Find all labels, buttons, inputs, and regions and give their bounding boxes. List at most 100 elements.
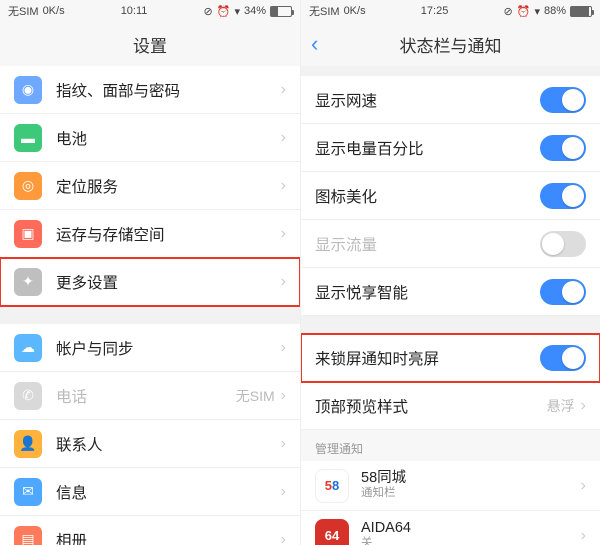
section-header: 管理通知 <box>301 430 600 461</box>
section-gap <box>301 316 600 334</box>
row-label: 显示网速 <box>315 89 540 111</box>
row-trail: 无SIM › <box>236 386 286 406</box>
settings-list-2: ☁帐户与同步›✆电话无SIM ›👤联系人›✉信息›▤相册›📅日历›🎤vivoic… <box>0 324 300 545</box>
toggle-list-2: 来锁屏通知时亮屏 <box>301 334 600 382</box>
row-label: 显示流量 <box>315 233 540 255</box>
battery-icon <box>570 6 592 17</box>
row-trail: › <box>281 177 286 195</box>
wifi-icon: ▾ <box>534 5 540 18</box>
app-text: 58同城通知栏 <box>361 470 581 501</box>
app-icon-aida64: 64 <box>315 519 349 545</box>
toggle-lock_wake[interactable] <box>540 345 586 371</box>
settings-row-gallery[interactable]: ▤相册› <box>0 516 300 545</box>
phone-icon: ✆ <box>14 382 42 410</box>
row-trail: › <box>281 531 286 545</box>
toggle-icon_beauty[interactable] <box>540 183 586 209</box>
clock: 10:11 <box>121 5 148 17</box>
settings-row-more[interactable]: ✦更多设置› <box>0 258 300 306</box>
settings-row-messages[interactable]: ✉ 信息› <box>0 468 300 516</box>
app-name: 58同城 <box>361 470 581 487</box>
row-label: 运存与存储空间 <box>56 223 281 245</box>
chevron-right-icon: › <box>281 177 286 195</box>
settings-row-account[interactable]: ☁ 帐户与同步› <box>0 324 300 372</box>
app-list: 5858同城通知栏›64AIDA64关›ʘFaceu激萌通知栏›fFlash P… <box>301 461 600 545</box>
settings-row-storage[interactable]: ▣运存与存储空间› <box>0 210 300 258</box>
row-trail: › <box>281 339 286 357</box>
settings-row-phone[interactable]: ✆ 电话无SIM › <box>0 372 300 420</box>
row-value: 悬浮› <box>547 396 586 416</box>
row-trail: › <box>281 483 286 501</box>
row-label: 显示电量百分比 <box>315 137 540 159</box>
settings-row-battery[interactable]: ▬电池› <box>0 114 300 162</box>
account-icon: ☁ <box>14 334 42 362</box>
chevron-right-icon: › <box>281 435 286 453</box>
row-label: 电话 <box>56 385 236 407</box>
net-speed: 0K/s <box>344 5 366 17</box>
app-name: AIDA64 <box>361 520 581 537</box>
wifi-icon: ▾ <box>234 5 240 18</box>
dnd-icon: ⊘ <box>204 5 213 18</box>
battery-icon: ▬ <box>14 124 42 152</box>
row-trail: › <box>281 129 286 147</box>
row-trail: › <box>281 435 286 453</box>
status-bar: 无SIM 0K/s 17:25 ⊘ ⏰ ▾ 88% <box>301 0 600 22</box>
dnd-icon: ⊘ <box>504 5 513 18</box>
chevron-right-icon: › <box>581 397 586 415</box>
alarm-icon: ⏰ <box>517 5 531 18</box>
chevron-right-icon: › <box>281 225 286 243</box>
chevron-right-icon: › <box>281 129 286 147</box>
section-gap <box>0 306 300 324</box>
chevron-right-icon: › <box>281 339 286 357</box>
battery-percent: 88% <box>544 5 566 17</box>
app-sub: 通知栏 <box>361 487 581 501</box>
carrier-text: 无SIM <box>8 3 39 19</box>
app-text: AIDA64关 <box>361 520 581 545</box>
back-button[interactable]: ‹ <box>311 31 318 57</box>
net-speed: 0K/s <box>43 5 65 17</box>
row-label: 显示悦享智能 <box>315 281 540 303</box>
header: 设置 <box>0 22 300 66</box>
row-label: 相册 <box>56 529 281 545</box>
row-label: 信息 <box>56 481 281 503</box>
messages-icon: ✉ <box>14 478 42 506</box>
row-label: 来锁屏通知时亮屏 <box>315 347 540 369</box>
fingerprint-icon: ◉ <box>14 76 42 104</box>
toggle-netspeed[interactable] <box>540 87 586 113</box>
settings-screen: 无SIM 0K/s 10:11 ⊘ ⏰ ▾ 34% 设置 ◉指纹、面部与密码›▬… <box>0 0 300 545</box>
page-title: 状态栏与通知 <box>400 32 502 57</box>
toggle-row-lock_wake: 来锁屏通知时亮屏 <box>301 334 600 382</box>
app-sub: 关 <box>361 537 581 545</box>
toggle-row-yue: 显示悦享智能 <box>301 268 600 316</box>
chevron-right-icon: › <box>581 477 586 495</box>
row-trail: › <box>281 225 286 243</box>
app-row-58[interactable]: 5858同城通知栏› <box>301 461 600 511</box>
toggle-row-netspeed: 显示网速 <box>301 76 600 124</box>
row-label: 更多设置 <box>56 271 281 293</box>
row-label: 联系人 <box>56 433 281 455</box>
clock: 17:25 <box>421 5 449 17</box>
chevron-right-icon: › <box>281 483 286 501</box>
contacts-icon: 👤 <box>14 430 42 458</box>
chevron-right-icon: › <box>281 273 286 291</box>
toggle-traffic[interactable] <box>540 231 586 257</box>
row-label: 顶部预览样式 <box>315 395 547 417</box>
header: ‹ 状态栏与通知 <box>301 22 600 66</box>
page-title: 设置 <box>133 32 167 57</box>
preview-style-row[interactable]: 顶部预览样式 悬浮› <box>301 382 600 430</box>
battery-icon <box>270 6 292 17</box>
chevron-right-icon: › <box>281 531 286 545</box>
settings-row-fingerprint[interactable]: ◉指纹、面部与密码› <box>0 66 300 114</box>
row-label: 图标美化 <box>315 185 540 207</box>
app-row-aida64[interactable]: 64AIDA64关› <box>301 511 600 545</box>
row-trail: › <box>281 273 286 291</box>
section-gap <box>301 66 600 76</box>
toggle-yue[interactable] <box>540 279 586 305</box>
toggle-batt_pct[interactable] <box>540 135 586 161</box>
battery-percent: 34% <box>244 5 266 17</box>
row-label: 帐户与同步 <box>56 337 281 359</box>
settings-row-location[interactable]: ◎定位服务› <box>0 162 300 210</box>
toggle-row-batt_pct: 显示电量百分比 <box>301 124 600 172</box>
alarm-icon: ⏰ <box>217 5 231 18</box>
settings-row-contacts[interactable]: 👤 联系人› <box>0 420 300 468</box>
row-label: 定位服务 <box>56 175 281 197</box>
